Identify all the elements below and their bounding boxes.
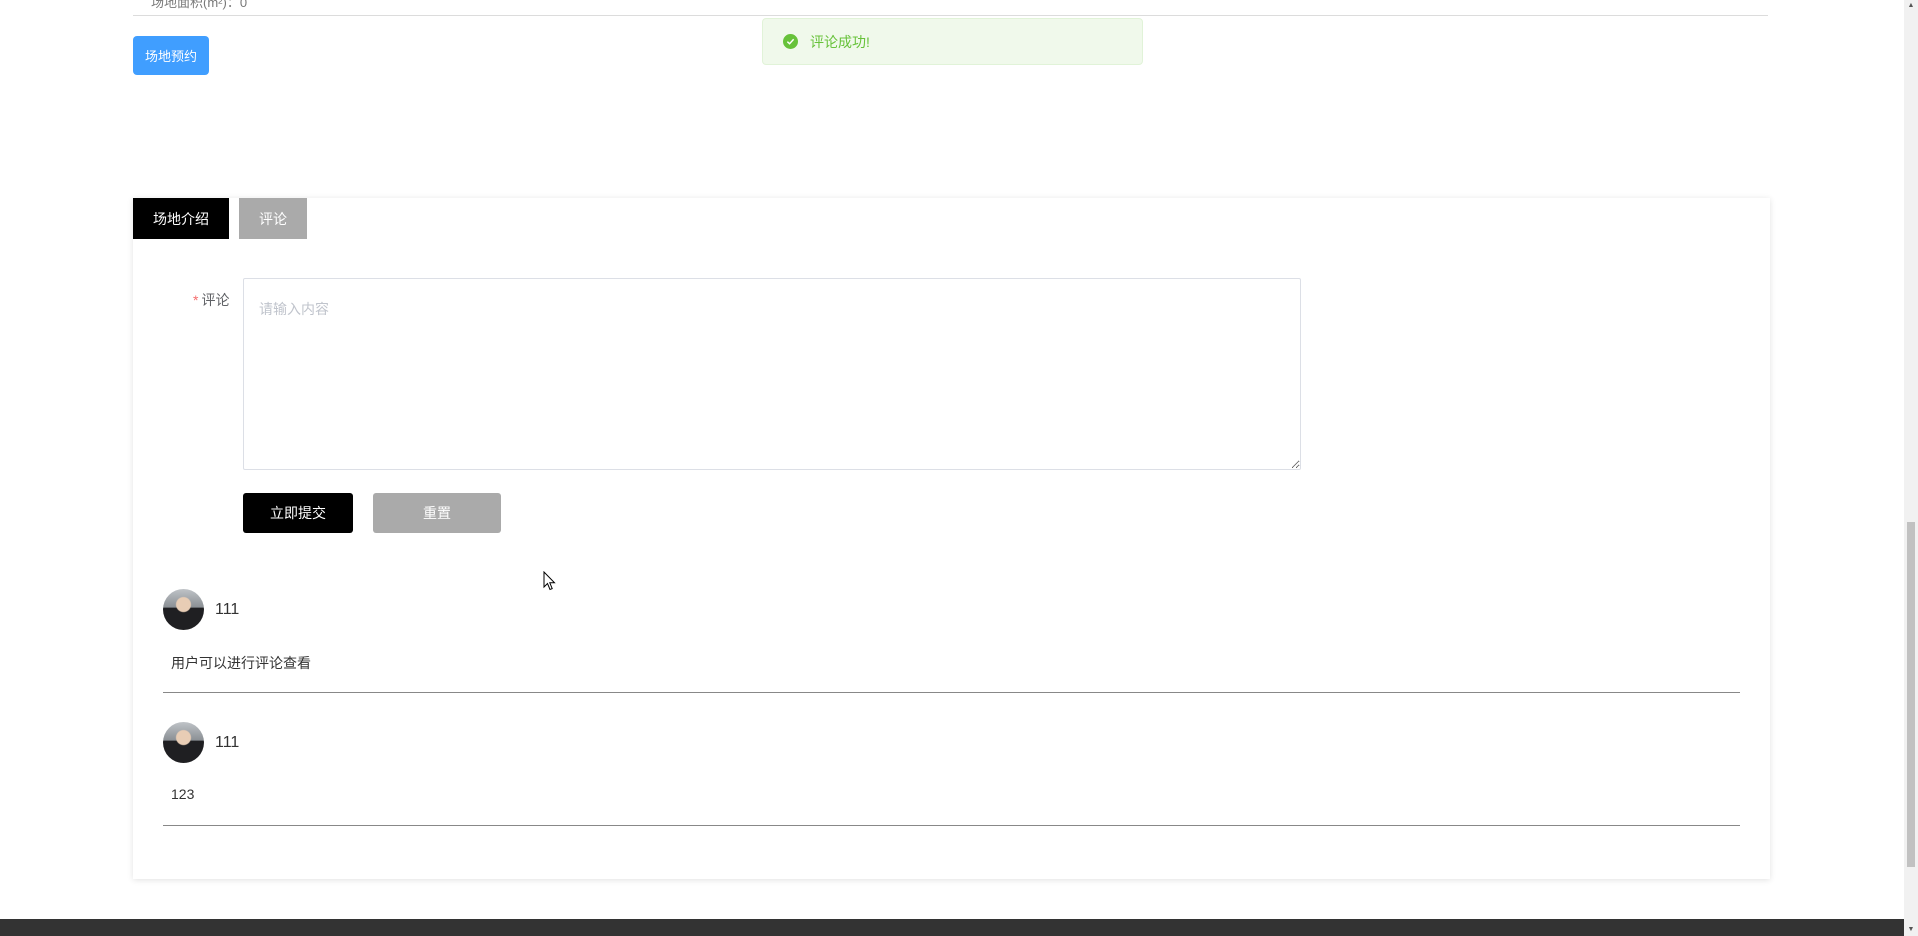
comment-textarea[interactable] xyxy=(243,278,1301,470)
submit-button[interactable]: 立即提交 xyxy=(243,493,353,533)
comment-item: 111 123 xyxy=(163,722,1740,826)
comment-username: 111 xyxy=(215,734,240,751)
tab-comments[interactable]: 评论 xyxy=(239,198,307,239)
scroll-up-icon[interactable]: ▲ xyxy=(1907,2,1915,10)
mouse-cursor-icon xyxy=(543,570,557,596)
comment-username: 111 xyxy=(215,601,240,618)
avatar xyxy=(163,722,204,763)
scroll-down-icon[interactable]: ▼ xyxy=(1907,926,1915,934)
venue-area-text: 场地面积(m²)：0 xyxy=(151,0,248,10)
book-venue-button[interactable]: 场地预约 xyxy=(133,36,209,75)
required-mark: * xyxy=(193,292,199,308)
comment-content: 123 xyxy=(171,786,195,802)
avatar xyxy=(163,589,204,630)
comment-item: 111 用户可以进行评论查看 xyxy=(163,589,1740,693)
tab-bar: 场地介绍 评论 xyxy=(133,198,307,239)
toast-message: 评论成功! xyxy=(810,33,870,50)
vertical-scrollbar[interactable]: ▲ ▼ xyxy=(1904,0,1918,936)
comment-label-text: 评论 xyxy=(201,292,230,308)
top-divider: 场地面积(m²)：0 xyxy=(133,0,1768,16)
page-footer xyxy=(0,919,1904,936)
check-circle-icon xyxy=(783,34,798,49)
success-toast: 评论成功! xyxy=(762,18,1143,65)
reset-button[interactable]: 重置 xyxy=(373,493,501,533)
tab-venue-intro[interactable]: 场地介绍 xyxy=(133,198,229,239)
comment-content: 用户可以进行评论查看 xyxy=(171,655,311,671)
scroll-thumb[interactable] xyxy=(1907,522,1915,867)
comment-field-label: * 评论 xyxy=(193,290,229,310)
detail-card: 场地介绍 评论 *评论 立即提交 重置 111 用户可以进行评论查看 111 1… xyxy=(133,198,1770,879)
